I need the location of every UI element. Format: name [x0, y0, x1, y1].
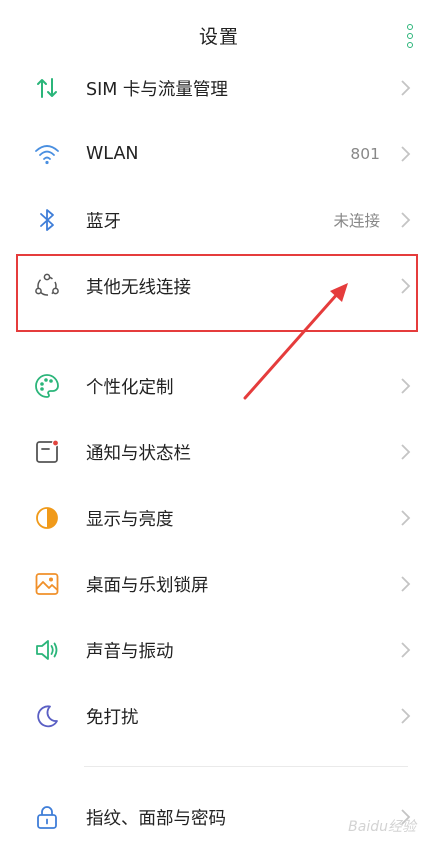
- bluetooth-icon: [33, 206, 61, 234]
- settings-item-label: 显示与亮度: [86, 509, 174, 530]
- moon-icon: [33, 702, 61, 730]
- sim-data-icon: [33, 74, 61, 102]
- settings-item-label: 个性化定制: [86, 377, 174, 398]
- page-title: 设置: [198, 25, 239, 48]
- chevron-right-icon: [401, 642, 411, 658]
- chevron-right-icon: [401, 444, 411, 460]
- section-divider: [84, 766, 408, 767]
- chevron-right-icon: [401, 80, 411, 96]
- chevron-right-icon: [401, 576, 411, 592]
- settings-item-value: 未连接: [333, 212, 380, 230]
- settings-item-label: 声音与振动: [86, 641, 174, 662]
- chevron-right-icon: [401, 510, 411, 526]
- settings-item-personalize[interactable]: 个性化定制: [0, 353, 438, 419]
- settings-item-label: WLAN: [86, 144, 139, 164]
- settings-item-label: 桌面与乐划锁屏: [86, 575, 209, 596]
- settings-item-label: 蓝牙: [86, 211, 121, 232]
- settings-item-wlan[interactable]: WLAN 801: [0, 121, 438, 187]
- settings-item-value: 801: [350, 145, 380, 163]
- notification-icon: [33, 438, 61, 466]
- brightness-icon: [33, 504, 61, 532]
- chevron-right-icon: [401, 378, 411, 394]
- settings-item-home-lockscreen[interactable]: 桌面与乐划锁屏: [0, 551, 438, 617]
- lock-icon: [33, 803, 61, 831]
- chevron-right-icon: [401, 146, 411, 162]
- settings-item-notifications[interactable]: 通知与状态栏: [0, 419, 438, 485]
- settings-item-label: 通知与状态栏: [86, 443, 191, 464]
- settings-item-label: 指纹、面部与密码: [86, 808, 226, 829]
- wifi-icon: [33, 140, 61, 168]
- watermark: Baidu经验: [348, 819, 416, 835]
- settings-item-display[interactable]: 显示与亮度: [0, 485, 438, 551]
- highlight-box: [16, 254, 418, 332]
- settings-item-do-not-disturb[interactable]: 免打扰: [0, 683, 438, 749]
- palette-icon: [33, 372, 61, 400]
- settings-item-label: SIM 卡与流量管理: [86, 79, 228, 100]
- settings-item-bluetooth[interactable]: 蓝牙 未连接: [0, 187, 438, 253]
- speaker-icon: [33, 636, 61, 664]
- chevron-right-icon: [401, 708, 411, 724]
- more-vertical-icon[interactable]: [400, 24, 420, 48]
- chevron-right-icon: [401, 212, 411, 228]
- settings-item-label: 免打扰: [86, 707, 139, 728]
- settings-item-sim[interactable]: SIM 卡与流量管理: [0, 55, 438, 121]
- wallpaper-icon: [33, 570, 61, 598]
- settings-item-sound[interactable]: 声音与振动: [0, 617, 438, 683]
